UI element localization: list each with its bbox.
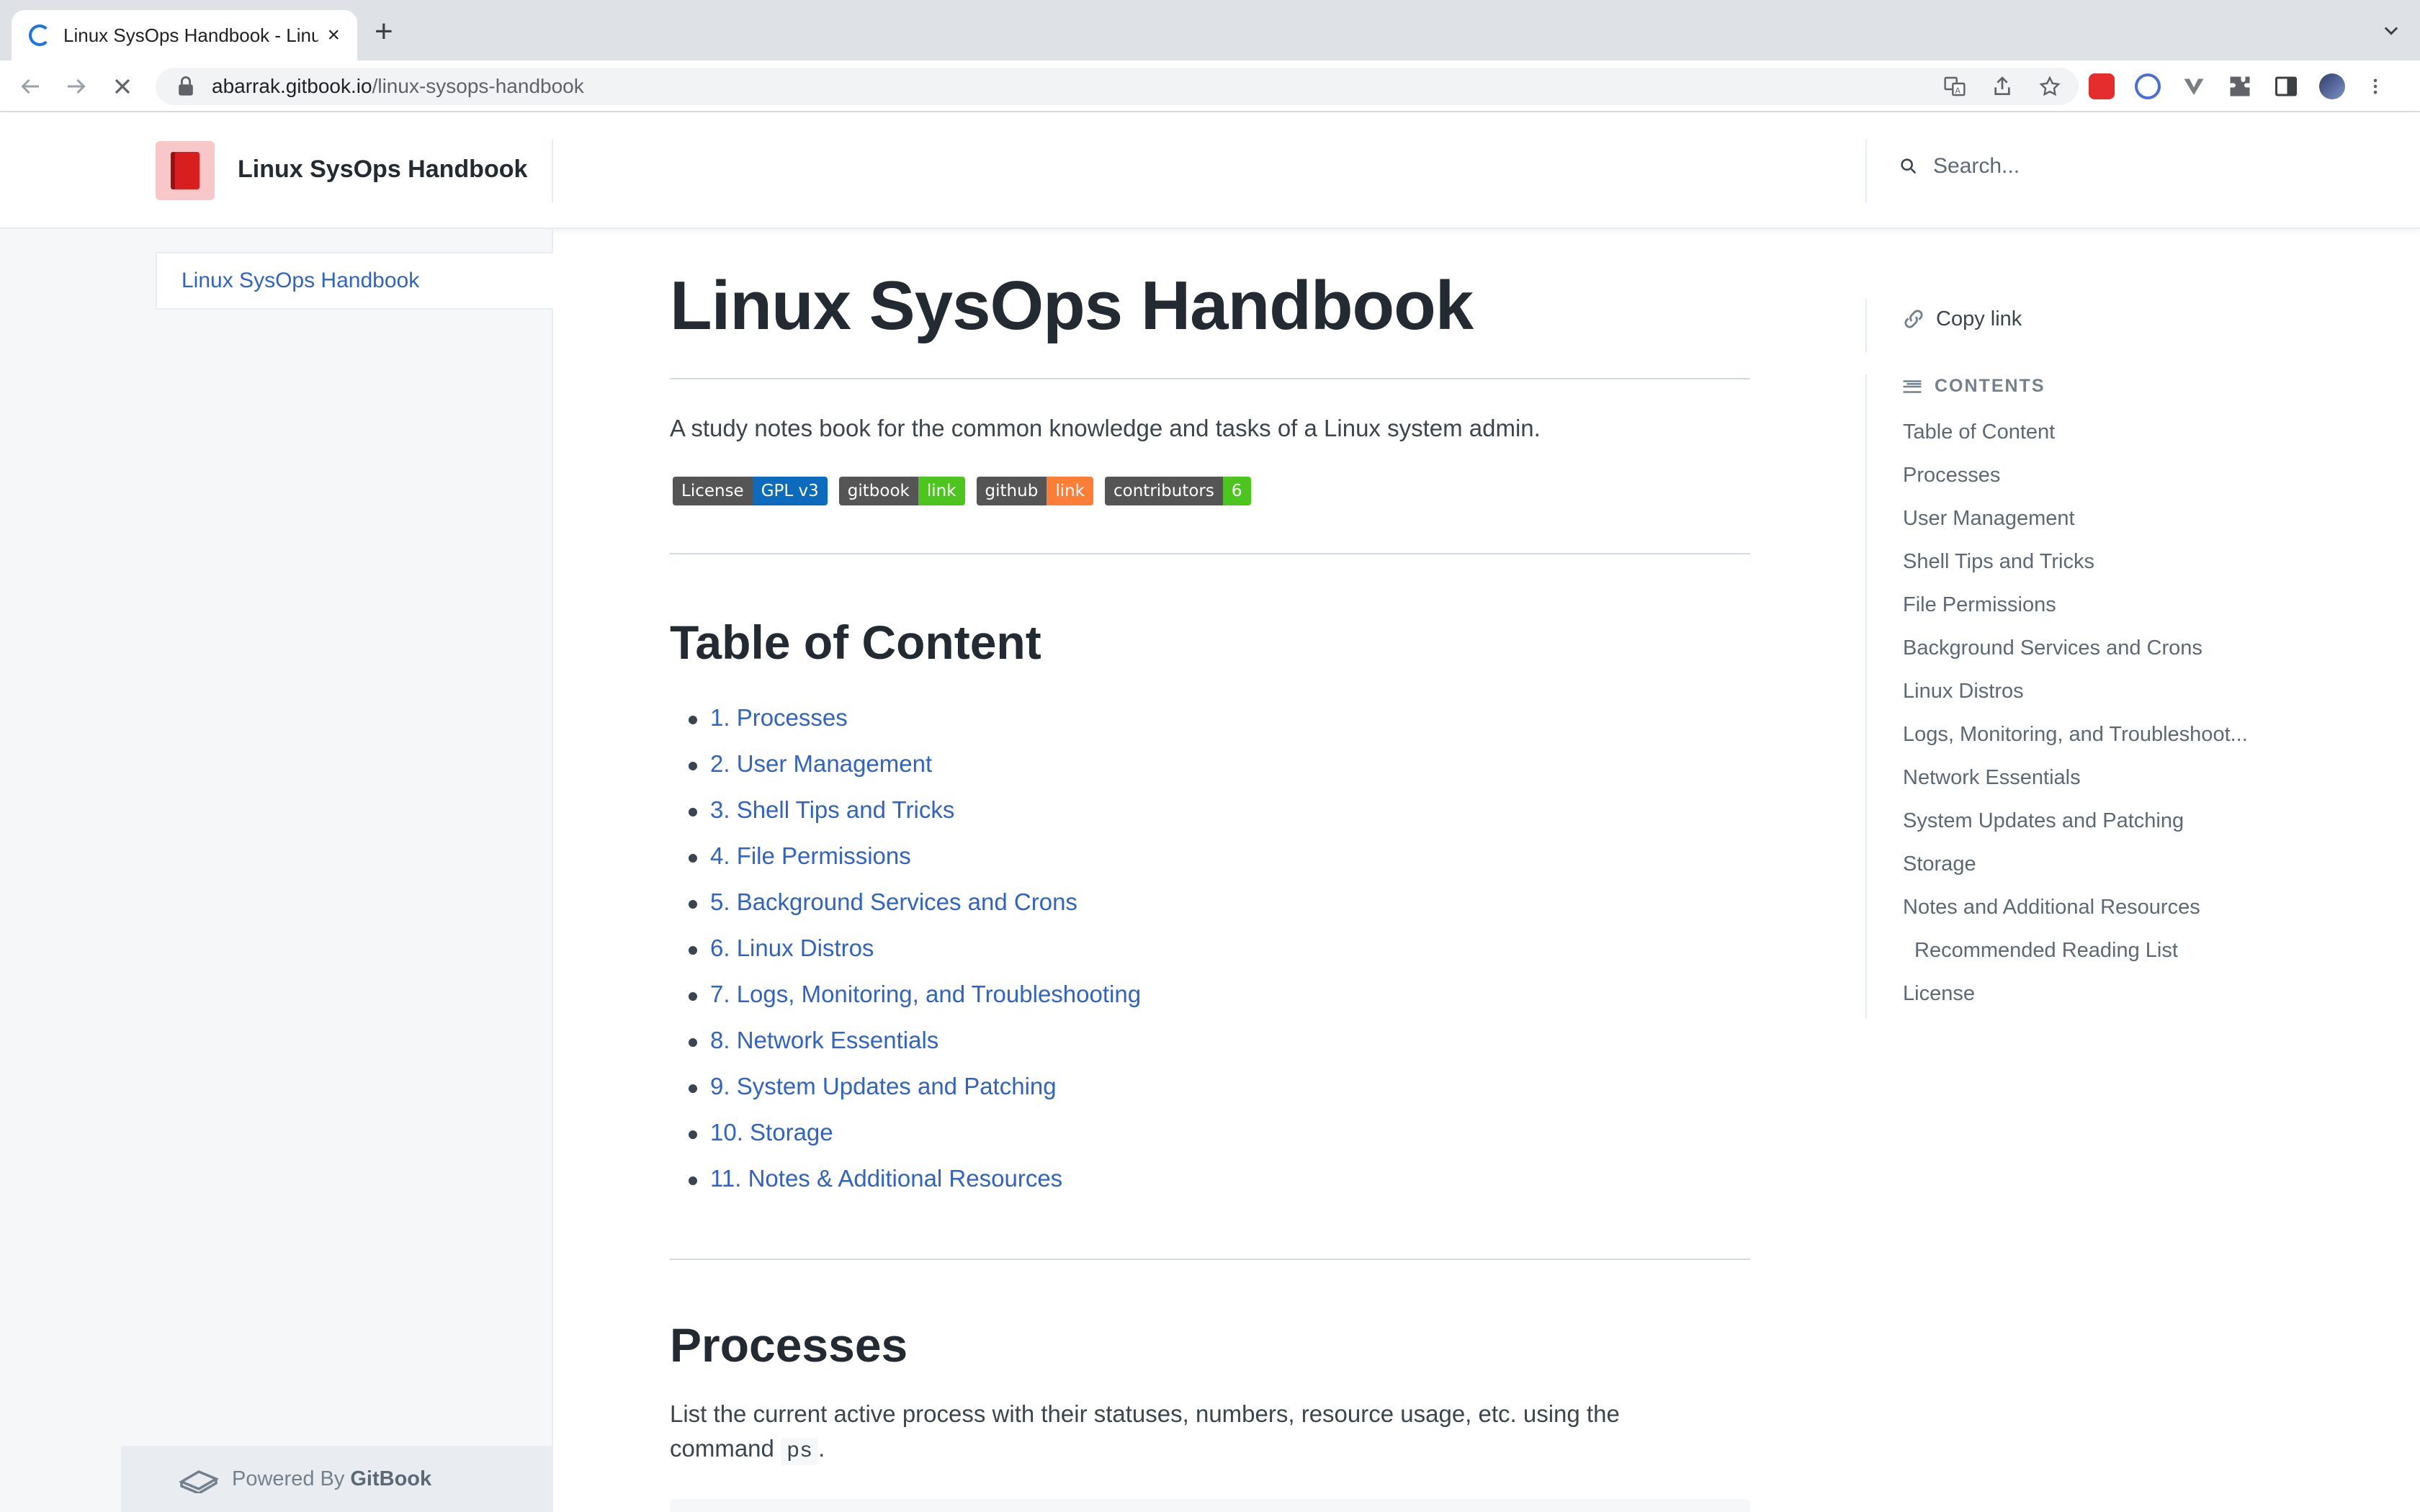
toc-link[interactable]: 3. Shell Tips and Tricks bbox=[688, 796, 1141, 842]
contents-link[interactable]: File Permissions bbox=[1903, 593, 2248, 636]
divider bbox=[670, 1259, 1750, 1260]
site-title-link[interactable]: Linux SysOps Handbook bbox=[238, 156, 527, 184]
url-text: abarrak.gitbook.io/linux-sysops-handbook bbox=[212, 75, 584, 97]
extensions-puzzle-icon[interactable] bbox=[2227, 73, 2253, 99]
search-input[interactable] bbox=[1933, 154, 2149, 179]
toc-link[interactable]: 7. Logs, Monitoring, and Troubleshooting bbox=[688, 981, 1141, 1027]
github-badge[interactable]: github link bbox=[976, 477, 1093, 505]
contents-link[interactable]: System Updates and Patching bbox=[1903, 809, 2248, 852]
contents-link[interactable]: Processes bbox=[1903, 464, 2248, 507]
forward-arrow-icon[interactable] bbox=[63, 73, 89, 99]
sidebar-item-linux-sysops-handbook[interactable]: Linux SysOps Handbook bbox=[156, 252, 553, 310]
toc-rail bbox=[1865, 298, 1867, 1018]
processes-paragraph: List the current active process with the… bbox=[670, 1400, 1620, 1465]
toc-link[interactable]: 6. Linux Distros bbox=[688, 935, 1141, 981]
contents-link[interactable]: License bbox=[1903, 982, 2248, 1025]
contents-link[interactable]: Recommended Reading List bbox=[1903, 939, 2248, 982]
share-icon[interactable] bbox=[1991, 75, 2014, 98]
stop-loading-icon[interactable] bbox=[109, 73, 135, 99]
contents-link[interactable]: Logs, Monitoring, and Troubleshoot... bbox=[1903, 723, 2248, 766]
contents-link[interactable]: Network Essentials bbox=[1903, 766, 2248, 809]
extension-v-icon[interactable] bbox=[2181, 73, 2207, 99]
bookmark-star-icon[interactable] bbox=[2038, 75, 2061, 98]
tab-search-chevron-icon[interactable] bbox=[2381, 20, 2398, 37]
intro-text: A study notes book for the common knowle… bbox=[670, 415, 1541, 441]
side-panel-icon[interactable] bbox=[2273, 73, 2299, 99]
toc-heading: Table of Content bbox=[670, 616, 1041, 669]
license-badge[interactable]: License GPL v3 bbox=[673, 477, 828, 505]
browser-tab[interactable]: Linux SysOps Handbook - Linux × bbox=[12, 10, 357, 60]
table-of-content-list: 1. Processes 2. User Management 3. Shell… bbox=[688, 704, 1141, 1211]
tab-close-icon[interactable]: × bbox=[327, 23, 340, 48]
contents-link[interactable]: User Management bbox=[1903, 507, 2248, 550]
profile-avatar[interactable] bbox=[2319, 73, 2345, 99]
header-divider bbox=[1865, 140, 1867, 203]
toc-link[interactable]: 1. Processes bbox=[688, 704, 1141, 750]
divider bbox=[670, 378, 1750, 379]
browser-tabstrip: Linux SysOps Handbook - Linux × + bbox=[0, 0, 2420, 60]
search-icon bbox=[1901, 158, 1917, 174]
divider bbox=[670, 553, 1750, 554]
tab-title: Linux SysOps Handbook - Linux bbox=[63, 24, 319, 46]
code-block bbox=[670, 1499, 1750, 1512]
lock-icon bbox=[179, 76, 193, 96]
translate-icon[interactable]: A bbox=[1943, 75, 1966, 98]
site-header: Linux SysOps Handbook bbox=[0, 114, 2420, 229]
page-contents-list: Table of Content Processes User Manageme… bbox=[1903, 420, 2248, 1025]
contributors-badge[interactable]: contributors 6 bbox=[1105, 477, 1251, 505]
toc-link[interactable]: 8. Network Essentials bbox=[688, 1027, 1141, 1073]
toc-link[interactable]: 2. User Management bbox=[688, 750, 1141, 796]
book-logo-icon[interactable] bbox=[156, 141, 215, 200]
browser-toolbar: abarrak.gitbook.io/linux-sysops-handbook… bbox=[0, 60, 2420, 112]
contents-link[interactable]: Linux Distros bbox=[1903, 680, 2248, 723]
search-box[interactable] bbox=[1899, 154, 2149, 179]
back-arrow-icon[interactable] bbox=[17, 73, 43, 99]
link-icon bbox=[1904, 310, 1923, 328]
toc-link[interactable]: 5. Background Services and Crons bbox=[688, 888, 1141, 935]
header-divider bbox=[552, 140, 553, 203]
contents-link[interactable]: Shell Tips and Tricks bbox=[1903, 550, 2248, 593]
inline-code: ps bbox=[781, 1438, 819, 1465]
contents-link[interactable]: Notes and Additional Resources bbox=[1903, 896, 2248, 939]
contents-header: CONTENTS bbox=[1901, 376, 2045, 397]
rail-gap bbox=[1865, 353, 1867, 374]
contents-link[interactable]: Storage bbox=[1903, 852, 2248, 896]
extension-red-icon[interactable] bbox=[2089, 73, 2115, 99]
browser-menu-icon[interactable] bbox=[2365, 73, 2385, 99]
new-tab-button[interactable]: + bbox=[375, 16, 393, 48]
gitbook-logo-icon bbox=[179, 1470, 219, 1493]
contents-link[interactable]: Background Services and Crons bbox=[1903, 636, 2248, 680]
toc-link[interactable]: 4. File Permissions bbox=[688, 842, 1141, 888]
address-bar[interactable]: abarrak.gitbook.io/linux-sysops-handbook… bbox=[156, 68, 2079, 105]
loading-spinner-icon bbox=[29, 24, 50, 46]
processes-heading: Processes bbox=[670, 1318, 908, 1372]
left-sidebar: Linux SysOps Handbook Powered By GitBook bbox=[0, 229, 553, 1512]
contents-link[interactable]: Table of Content bbox=[1903, 420, 2248, 464]
powered-by-gitbook-link[interactable]: Powered By GitBook bbox=[121, 1446, 552, 1512]
list-icon bbox=[1903, 379, 1922, 393]
toc-link[interactable]: 9. System Updates and Patching bbox=[688, 1073, 1141, 1119]
gitbook-badge[interactable]: gitbook link bbox=[838, 477, 965, 505]
toc-link[interactable]: 11. Notes & Additional Resources bbox=[688, 1165, 1141, 1211]
svg-text:A: A bbox=[1955, 86, 1961, 95]
badge-row: License GPL v3 gitbook link github link con… bbox=[673, 477, 1251, 505]
toc-link[interactable]: 10. Storage bbox=[688, 1119, 1141, 1165]
copy-link-button[interactable]: Copy link bbox=[1901, 307, 2022, 331]
extension-globe-icon[interactable] bbox=[2135, 73, 2161, 99]
page-title: Linux SysOps Handbook bbox=[670, 267, 1474, 344]
